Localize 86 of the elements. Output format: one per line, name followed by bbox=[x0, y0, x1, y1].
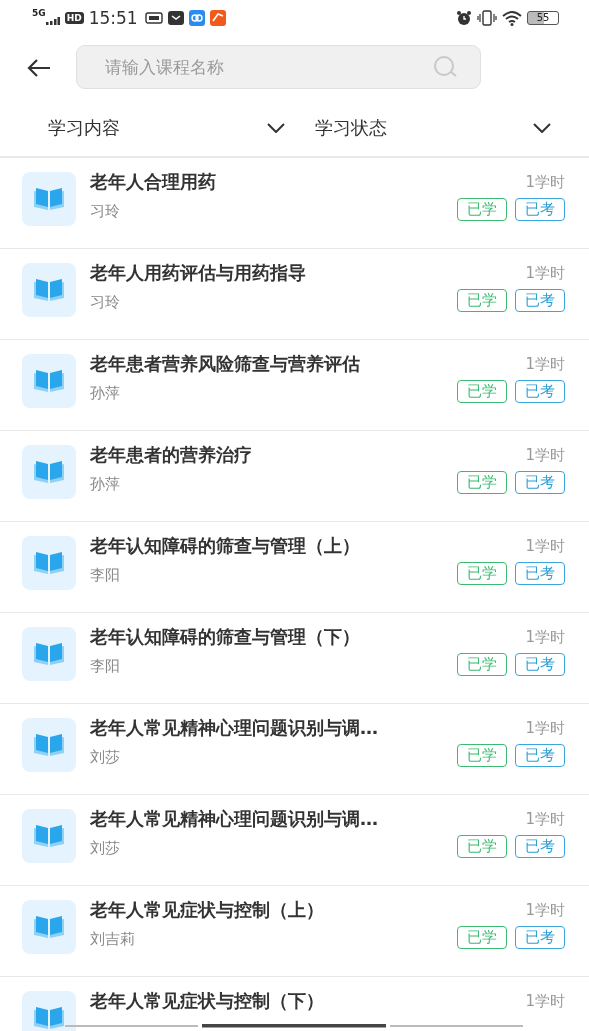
wifi-icon bbox=[502, 10, 522, 26]
book-icon bbox=[22, 900, 76, 954]
book-icon bbox=[22, 536, 76, 590]
chevron-down-icon bbox=[266, 123, 285, 133]
status-tag: 已学 bbox=[457, 471, 507, 494]
status-tag: 已考 bbox=[515, 835, 565, 858]
filter-dropdown[interactable]: 学习状态 bbox=[314, 100, 551, 156]
instructor-name: 李阳 bbox=[90, 657, 121, 676]
course-title: 老年人常见精神心理问题识别与调… bbox=[90, 716, 379, 740]
book-icon bbox=[22, 627, 76, 681]
status-tag: 已学 bbox=[457, 562, 507, 585]
status-tag: 已学 bbox=[457, 835, 507, 858]
clock-time: 15:51 bbox=[88, 8, 138, 28]
status-tag: 已考 bbox=[515, 289, 565, 312]
battery-icon: 55 bbox=[527, 11, 559, 25]
search-field[interactable]: 请输入课程名称 bbox=[103, 56, 432, 78]
filter-dropdown[interactable]: 学习内容 bbox=[48, 100, 285, 156]
instructor-name: 孙萍 bbox=[90, 475, 121, 494]
credit-hours: 1学时 bbox=[525, 810, 565, 829]
status-tag: 已考 bbox=[515, 380, 565, 403]
instructor-name: 李阳 bbox=[90, 566, 121, 585]
course-item[interactable]: 老年人用药评估与用药指导 习玲 1学时 已学 已考 bbox=[0, 249, 589, 340]
credit-hours: 1学时 bbox=[525, 446, 565, 465]
book-icon bbox=[22, 718, 76, 772]
status-tag: 已学 bbox=[457, 926, 507, 949]
credit-hours: 1学时 bbox=[525, 355, 565, 374]
credit-hours: 1学时 bbox=[525, 901, 565, 920]
book-icon bbox=[22, 172, 76, 226]
course-item[interactable]: 老年人常见症状与控制（上） 刘吉莉 1学时 已学 已考 bbox=[0, 886, 589, 977]
course-title: 老年人常见精神心理问题识别与调… bbox=[90, 807, 379, 831]
app-icon bbox=[188, 10, 205, 26]
course-item[interactable]: 老年患者营养风险筛查与营养评估 孙萍 1学时 已学 已考 bbox=[0, 340, 589, 431]
instructor-name: 习玲 bbox=[90, 293, 121, 312]
credit-hours: 1学时 bbox=[525, 992, 565, 1011]
status-tag: 已考 bbox=[515, 653, 565, 676]
course-title: 老年患者营养风险筛查与营养评估 bbox=[90, 352, 361, 376]
credit-hours: 1学时 bbox=[525, 719, 565, 738]
book-icon bbox=[22, 809, 76, 863]
search-bar[interactable]: 请输入课程名称 bbox=[76, 45, 481, 89]
app-icon bbox=[209, 10, 226, 26]
status-tag: 已学 bbox=[457, 653, 507, 676]
instructor-name: 刘吉莉 bbox=[90, 930, 136, 949]
course-title: 老年人合理用药 bbox=[90, 170, 217, 194]
hd-badge: HD bbox=[64, 12, 84, 24]
status-tag: 已学 bbox=[457, 744, 507, 767]
course-item[interactable]: 老年认知障碍的筛查与管理（上） 李阳 1学时 已学 已考 bbox=[0, 522, 589, 613]
course-item[interactable]: 老年人常见精神心理问题识别与调… 刘莎 1学时 已学 已考 bbox=[0, 704, 589, 795]
alarm-icon bbox=[456, 10, 472, 26]
credit-hours: 1学时 bbox=[525, 173, 565, 192]
course-title: 老年人常见症状与控制（下） bbox=[90, 989, 325, 1013]
credit-hours: 1学时 bbox=[525, 628, 565, 647]
course-item[interactable]: 老年患者的营养治疗 孙萍 1学时 已学 已考 bbox=[0, 431, 589, 522]
status-tag: 已考 bbox=[515, 471, 565, 494]
search-icon bbox=[432, 55, 458, 79]
status-tag: 已考 bbox=[515, 198, 565, 221]
status-tag: 已考 bbox=[515, 562, 565, 585]
course-title: 老年人用药评估与用药指导 bbox=[90, 261, 307, 285]
instructor-name: 刘莎 bbox=[90, 748, 121, 767]
book-icon bbox=[22, 263, 76, 317]
chevron-down-icon bbox=[533, 123, 551, 133]
book-icon bbox=[22, 445, 76, 499]
book-icon bbox=[22, 354, 76, 408]
back-icon[interactable] bbox=[26, 58, 52, 78]
status-tag: 已考 bbox=[515, 926, 565, 949]
app-icon bbox=[144, 11, 163, 25]
vibrate-icon bbox=[477, 10, 497, 26]
instructor-name: 刘莎 bbox=[90, 839, 121, 858]
credit-hours: 1学时 bbox=[525, 537, 565, 556]
status-tag: 已学 bbox=[457, 289, 507, 312]
course-item[interactable]: 老年认知障碍的筛查与管理（下） 李阳 1学时 已学 已考 bbox=[0, 613, 589, 704]
mail-icon bbox=[167, 10, 184, 26]
credit-hours: 1学时 bbox=[525, 264, 565, 283]
course-title: 老年认知障碍的筛查与管理（上） bbox=[90, 534, 361, 558]
course-item[interactable]: 老年人合理用药 习玲 1学时 已学 已考 bbox=[0, 158, 589, 249]
instructor-name: 孙萍 bbox=[90, 384, 121, 403]
course-title: 老年人常见症状与控制（上） bbox=[90, 898, 325, 922]
book-icon bbox=[22, 991, 76, 1031]
instructor-name: 习玲 bbox=[90, 202, 121, 221]
course-title: 老年患者的营养治疗 bbox=[90, 443, 253, 467]
network-label: 5G bbox=[32, 8, 46, 18]
signal-icon bbox=[45, 17, 60, 25]
status-tag: 已学 bbox=[457, 198, 507, 221]
course-title: 老年认知障碍的筛查与管理（下） bbox=[90, 625, 361, 649]
status-tag: 已考 bbox=[515, 744, 565, 767]
status-tag: 已学 bbox=[457, 380, 507, 403]
course-item[interactable]: 老年人常见精神心理问题识别与调… 刘莎 1学时 已学 已考 bbox=[0, 795, 589, 886]
